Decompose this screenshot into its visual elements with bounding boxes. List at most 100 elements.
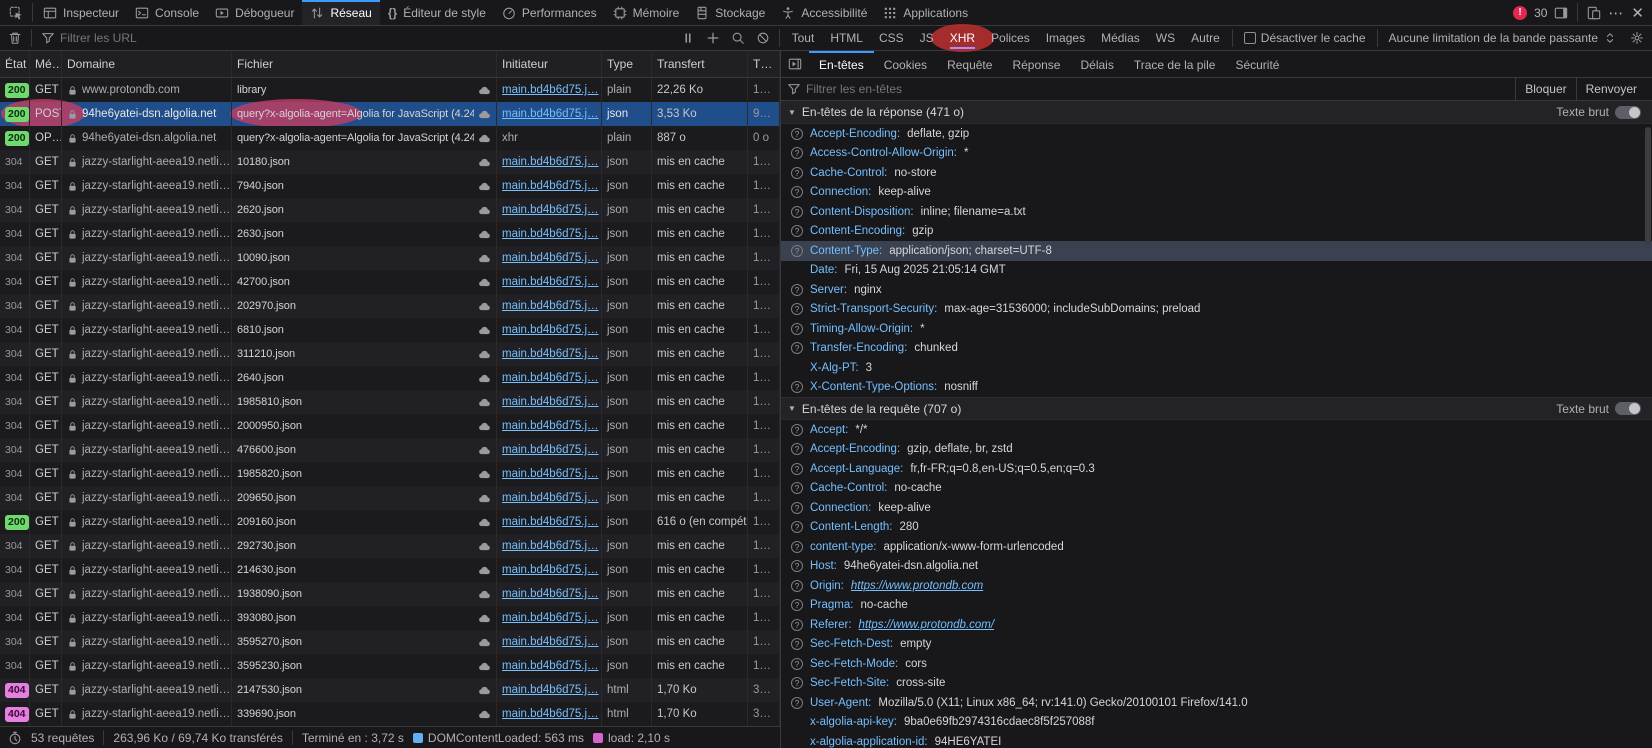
column-header-initiator[interactable]: Initiateur [497,51,602,77]
table-row[interactable]: 304 GET jazzy-starlight-aeea19.netli… 20… [0,294,780,318]
initiator-link[interactable]: main.bd4b6d75.j… [502,582,599,606]
table-row[interactable]: 304 GET jazzy-starlight-aeea19.netli… 19… [0,462,780,486]
column-header-method[interactable]: Mé… [30,51,62,77]
question-icon[interactable]: ? [791,502,803,514]
table-row[interactable]: 304 GET jazzy-starlight-aeea19.netli… 35… [0,654,780,678]
filter-pill-css[interactable]: CSS [872,29,911,47]
filter-pill-tout[interactable]: Tout [785,29,822,47]
disable-cache-control[interactable]: Désactiver le cache [1238,31,1372,45]
table-row[interactable]: 404 GET jazzy-starlight-aeea19.netli… 21… [0,678,780,702]
question-icon[interactable]: ? [791,186,803,198]
toolbar-tab-applications[interactable]: Applications [875,0,976,25]
raw-toggle-switch[interactable] [1615,402,1641,415]
header-row[interactable]: ? Server: nginx [781,280,1652,300]
question-icon[interactable]: ? [791,619,803,631]
question-icon[interactable]: ? [791,443,803,455]
question-icon[interactable]: ? [791,206,803,218]
table-row[interactable]: 304 GET jazzy-starlight-aeea19.netli… 79… [0,174,780,198]
header-row[interactable]: ? Accept-Encoding: gzip, deflate, br, zs… [781,440,1652,460]
header-row[interactable]: ? Sec-Fetch-Dest: empty [781,635,1652,655]
question-icon[interactable]: ? [791,482,803,494]
toolbar-tab-memory[interactable]: Mémoire [605,0,688,25]
table-row[interactable]: 200 POST 94he6yatei-dsn.algolia.net quer… [0,102,780,126]
table-row[interactable]: 304 GET jazzy-starlight-aeea19.netli… 26… [0,198,780,222]
question-icon[interactable]: ? [791,225,803,237]
resend-button[interactable]: Renvoyer [1576,78,1646,100]
table-row[interactable]: 304 GET jazzy-starlight-aeea19.netli… 26… [0,222,780,246]
block-request-button[interactable] [752,31,774,45]
initiator-link[interactable]: main.bd4b6d75.j… [502,150,599,174]
initiator-link[interactable]: main.bd4b6d75.j… [502,462,599,486]
responsive-mode-icon[interactable] [1587,6,1601,20]
question-icon[interactable]: ? [791,245,803,257]
question-icon[interactable]: ? [791,521,803,533]
header-row[interactable]: ? x-algolia-api-key: 9ba0e69fb2974316cda… [781,713,1652,733]
question-icon[interactable]: ? [791,167,803,179]
initiator-link[interactable]: main.bd4b6d75.j… [502,390,599,414]
network-settings-button[interactable] [1626,31,1648,45]
toolbar-tab-console[interactable]: Console [127,0,207,25]
details-tab-s-curit-[interactable]: Sécurité [1225,51,1289,77]
question-icon[interactable]: ? [791,284,803,296]
question-icon[interactable]: ? [791,541,803,553]
close-icon[interactable]: ✕ [1631,4,1644,22]
scrollbar-thumb[interactable] [1645,127,1651,245]
throttling-select[interactable]: Aucune limitation de la bande passante [1383,31,1623,45]
filter-pill-ws[interactable]: WS [1149,29,1182,47]
question-icon[interactable]: ? [791,658,803,670]
question-icon[interactable]: ? [791,381,803,393]
header-row[interactable]: ? Content-Encoding: gzip [781,222,1652,242]
header-row[interactable]: ? Strict-Transport-Security: max-age=315… [781,300,1652,320]
response-headers-section-header[interactable]: ▼ En-têtes de la réponse (471 o) Texte b… [781,101,1652,124]
table-row[interactable]: 200 OP… 94he6yatei-dsn.algolia.net query… [0,126,780,150]
question-icon[interactable]: ? [791,697,803,709]
question-icon[interactable]: ? [791,147,803,159]
details-tab-requ-te[interactable]: Requête [937,51,1002,77]
header-row[interactable]: ? Access-Control-Allow-Origin: * [781,144,1652,164]
header-row[interactable]: ? Accept: */* [781,420,1652,440]
question-icon[interactable]: ? [791,424,803,436]
header-row[interactable]: ? x-algolia-application-id: 94HE6YATEI [781,732,1652,748]
table-row[interactable]: 304 GET jazzy-starlight-aeea19.netli… 20… [0,414,780,438]
header-row[interactable]: ? Accept-Encoding: deflate, gzip [781,124,1652,144]
column-header-type[interactable]: Type [602,51,652,77]
toolbar-tab-network[interactable]: Réseau [302,0,379,25]
details-tab-d-lais[interactable]: Délais [1070,51,1123,77]
question-icon[interactable]: ? [791,323,803,335]
initiator-link[interactable]: main.bd4b6d75.j… [502,606,599,630]
initiator-link[interactable]: main.bd4b6d75.j… [502,486,599,510]
question-icon[interactable]: ? [791,463,803,475]
table-row[interactable]: 304 GET jazzy-starlight-aeea19.netli… 20… [0,486,780,510]
table-row[interactable]: 304 GET jazzy-starlight-aeea19.netli… 10… [0,246,780,270]
table-row[interactable]: 304 GET jazzy-starlight-aeea19.netli… 68… [0,318,780,342]
initiator-link[interactable]: main.bd4b6d75.j… [502,174,599,198]
table-row[interactable]: 200 GET jazzy-starlight-aeea19.netli… 20… [0,510,780,534]
filter-pill-médias[interactable]: Médias [1094,29,1147,47]
toolbar-tab-performance[interactable]: Performances [494,0,605,25]
table-row[interactable]: 304 GET jazzy-starlight-aeea19.netli… 47… [0,438,780,462]
initiator-link[interactable]: main.bd4b6d75.j… [502,198,599,222]
filter-pill-images[interactable]: Images [1039,29,1092,47]
url-filter-input[interactable] [60,31,670,45]
toolbar-tab-storage[interactable]: Stockage [687,0,773,25]
filter-pill-xhr[interactable]: XHR [943,29,982,47]
initiator-link[interactable]: main.bd4b6d75.j… [502,366,599,390]
clear-requests-button[interactable] [4,31,26,45]
error-badge-icon[interactable]: ! [1513,6,1527,20]
details-tab-en-t-tes[interactable]: En-têtes [809,51,874,77]
initiator-link[interactable]: main.bd4b6d75.j… [502,678,599,702]
header-row[interactable]: ? Content-Type: application/json; charse… [781,241,1652,261]
column-header-file[interactable]: Fichier [232,51,497,77]
header-row[interactable]: ? Transfer-Encoding: chunked [781,339,1652,359]
header-row[interactable]: ? Referer: https://www.protondb.com/ [781,615,1652,635]
meatball-menu-icon[interactable]: ⋯ [1608,4,1624,22]
question-icon[interactable]: ? [791,303,803,315]
initiator-link[interactable]: main.bd4b6d75.j… [502,534,599,558]
table-row[interactable]: 304 GET jazzy-starlight-aeea19.netli… 26… [0,366,780,390]
question-icon[interactable]: ? [791,638,803,650]
toolbar-tab-inspector[interactable]: Inspecteur [35,0,127,25]
column-header-domain[interactable]: Domaine [62,51,232,77]
split-console-icon[interactable] [1554,6,1568,20]
new-request-button[interactable] [702,31,724,45]
initiator-link[interactable]: main.bd4b6d75.j… [502,510,599,534]
